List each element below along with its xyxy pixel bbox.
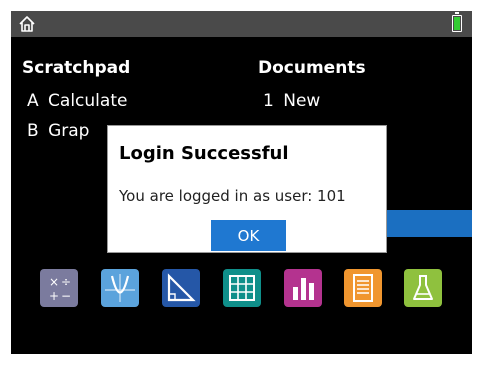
menu-label: Calculate [48, 91, 128, 111]
status-bar [11, 11, 472, 37]
login-successful-dialog: Login Successful You are logged in as us… [107, 125, 387, 253]
data-statistics-icon[interactable] [284, 269, 322, 307]
battery-icon [452, 12, 462, 32]
menu-key: 1 [263, 91, 274, 111]
menu-label: New [283, 91, 321, 111]
documents-heading: Documents [258, 58, 366, 78]
vernier-dataquest-icon[interactable] [404, 269, 442, 307]
dialog-message: You are logged in as user: 101 [119, 187, 346, 205]
calculator-screen: Scratchpad A Calculate B Grap Documents … [11, 11, 472, 354]
svg-text:+: + [49, 289, 59, 303]
documents-item-new[interactable]: 1 New [263, 91, 320, 111]
menu-key: B [27, 121, 39, 141]
home-icon[interactable] [17, 14, 37, 34]
notes-icon[interactable] [344, 269, 382, 307]
svg-text:−: − [61, 289, 71, 303]
ok-button[interactable]: OK [211, 220, 286, 251]
geometry-icon[interactable] [162, 269, 200, 307]
scratchpad-heading: Scratchpad [22, 58, 131, 78]
dialog-title: Login Successful [119, 143, 289, 164]
battery-level [454, 17, 460, 30]
menu-key: A [27, 91, 39, 111]
graphs-icon[interactable] [101, 269, 139, 307]
svg-text:÷: ÷ [61, 275, 71, 289]
menu-label: Grap [48, 121, 90, 141]
calculator-icon[interactable]: × ÷ + − [40, 269, 78, 307]
svg-text:×: × [49, 275, 59, 289]
scratchpad-item-calculate[interactable]: A Calculate [27, 91, 127, 111]
scratchpad-item-graph[interactable]: B Grap [27, 121, 89, 141]
lists-spreadsheet-icon[interactable] [223, 269, 261, 307]
